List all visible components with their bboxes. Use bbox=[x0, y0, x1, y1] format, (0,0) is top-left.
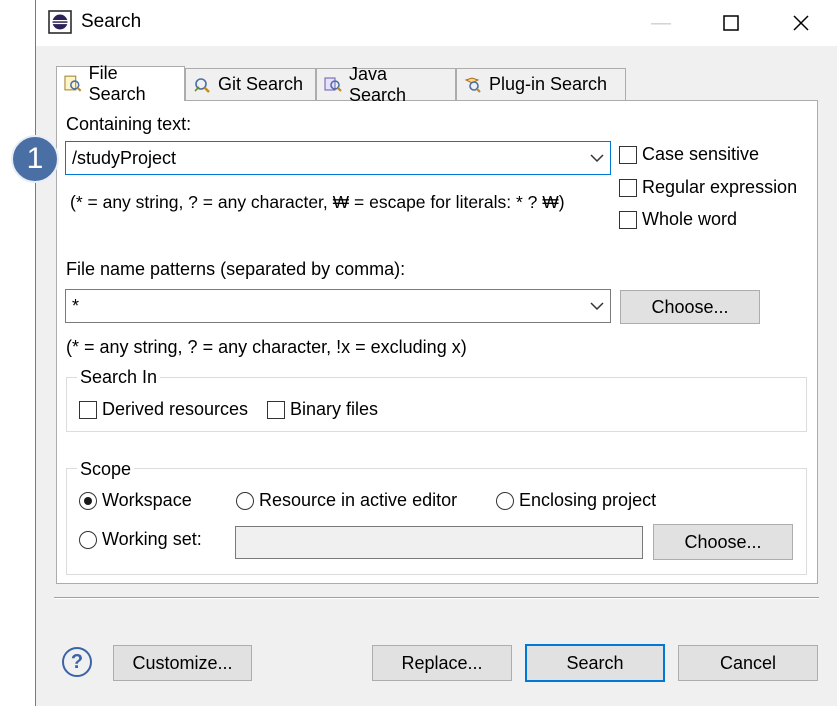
radio-selected-dot bbox=[84, 496, 92, 505]
scope-active-editor-radio[interactable]: Resource in active editor bbox=[236, 490, 457, 511]
file-patterns-label: File name patterns (separated by comma): bbox=[66, 259, 406, 279]
window-title: Search bbox=[81, 11, 142, 32]
radio-button[interactable] bbox=[79, 530, 97, 549]
plugin-search-icon bbox=[464, 76, 481, 93]
radio-button[interactable] bbox=[79, 491, 97, 510]
tab-file-search-label: File Search bbox=[88, 63, 146, 104]
checkbox-box[interactable] bbox=[619, 178, 637, 197]
checkbox-box[interactable] bbox=[79, 400, 97, 419]
file-search-icon bbox=[64, 75, 82, 92]
scope-enclosing-label: Enclosing project bbox=[519, 490, 657, 510]
tab-plugin-search-label: Plug-in Search bbox=[489, 74, 608, 94]
help-icon[interactable]: ? bbox=[62, 647, 92, 677]
whole-word-label: Whole word bbox=[642, 209, 738, 229]
search-in-title: Search In bbox=[77, 367, 161, 388]
checkbox-box[interactable] bbox=[619, 210, 637, 229]
containing-text-combo[interactable]: /studyProject bbox=[65, 141, 611, 175]
working-set-field[interactable] bbox=[235, 526, 643, 559]
checkbox-box[interactable] bbox=[619, 145, 637, 164]
case-sensitive-checkbox[interactable]: Case sensitive bbox=[619, 144, 759, 165]
tab-java-search-label: Java Search bbox=[348, 63, 407, 105]
radio-button[interactable] bbox=[236, 491, 254, 510]
radio-button[interactable] bbox=[496, 491, 514, 510]
maximize-icon bbox=[723, 15, 739, 31]
scope-workspace-radio[interactable]: Workspace bbox=[79, 490, 192, 511]
checkbox-box[interactable] bbox=[267, 400, 285, 419]
chevron-down-icon[interactable] bbox=[584, 290, 610, 322]
search-button[interactable]: Search bbox=[525, 644, 665, 682]
binary-files-checkbox[interactable]: Binary files bbox=[267, 399, 378, 420]
binary-files-label: Binary files bbox=[290, 399, 379, 419]
maximize-button[interactable] bbox=[696, 0, 766, 46]
close-icon bbox=[793, 15, 809, 31]
scope-working-set-label: Working set: bbox=[102, 529, 202, 549]
file-patterns-hint: (* = any string, ? = any character, !x =… bbox=[66, 337, 467, 357]
step-number-badge: 1 bbox=[11, 135, 59, 183]
containing-text-hint: (* = any string, ? = any character, ₩ = … bbox=[70, 192, 565, 212]
tab-git-search[interactable]: Git Search bbox=[185, 68, 316, 100]
derived-resources-checkbox[interactable]: Derived resources bbox=[79, 399, 248, 420]
tab-git-search-label: Git Search bbox=[218, 74, 304, 94]
eclipse-icon bbox=[48, 10, 72, 34]
scope-title: Scope bbox=[77, 459, 135, 480]
choose-patterns-button[interactable]: Choose... bbox=[620, 290, 760, 324]
tab-file-search[interactable]: File Search bbox=[56, 63, 185, 104]
cancel-button[interactable]: Cancel bbox=[678, 645, 818, 681]
close-button[interactable] bbox=[766, 0, 836, 46]
git-search-icon bbox=[194, 77, 210, 93]
java-search-icon bbox=[324, 77, 342, 92]
background-strip bbox=[0, 0, 36, 706]
containing-text-value: /studyProject bbox=[72, 147, 177, 168]
scope-enclosing-radio[interactable]: Enclosing project bbox=[496, 490, 656, 511]
case-sensitive-label: Case sensitive bbox=[642, 144, 760, 164]
file-patterns-combo[interactable]: * bbox=[65, 289, 611, 323]
chevron-down-icon[interactable] bbox=[584, 142, 610, 174]
dialog-left-border bbox=[35, 0, 36, 706]
scope-working-set-radio[interactable]: Working set: bbox=[79, 529, 202, 550]
scope-workspace-label: Workspace bbox=[102, 490, 192, 510]
whole-word-checkbox[interactable]: Whole word bbox=[619, 209, 737, 230]
choose-working-set-button[interactable]: Choose... bbox=[653, 524, 793, 560]
derived-resources-label: Derived resources bbox=[102, 399, 249, 419]
regular-expression-checkbox[interactable]: Regular expression bbox=[619, 177, 797, 198]
customize-button[interactable]: Customize... bbox=[113, 645, 252, 681]
separator-highlight bbox=[54, 598, 819, 599]
replace-button[interactable]: Replace... bbox=[372, 645, 512, 681]
tab-plugin-search[interactable]: Plug-in Search bbox=[456, 68, 626, 100]
minimize-button[interactable]: — bbox=[626, 0, 696, 46]
tab-java-search[interactable]: Java Search bbox=[316, 64, 456, 105]
file-patterns-value: * bbox=[72, 295, 80, 316]
scope-active-editor-label: Resource in active editor bbox=[259, 490, 458, 510]
containing-text-label: Containing text: bbox=[66, 114, 192, 134]
regular-expression-label: Regular expression bbox=[642, 177, 798, 197]
